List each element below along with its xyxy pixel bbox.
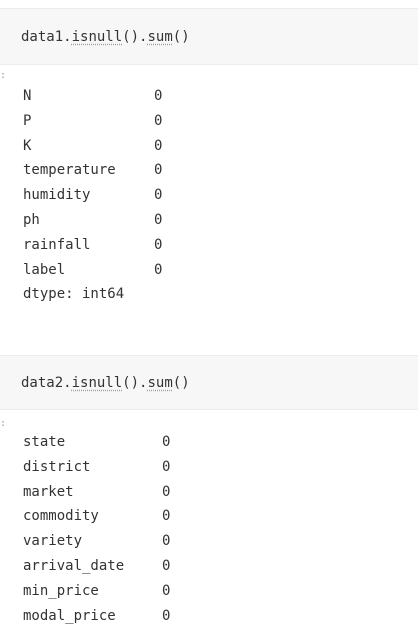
code-cell-2-input[interactable]: data2.isnull().sum() — [0, 355, 418, 410]
null-count: 0 — [154, 211, 163, 228]
null-count: 0 — [162, 582, 171, 599]
column-name: market — [23, 483, 74, 500]
output-row: rainfall 0 — [23, 236, 162, 262]
code-function-isnull: isnull — [71, 29, 123, 45]
column-name: rainfall — [23, 236, 91, 253]
column-name: modal_price — [23, 607, 116, 624]
null-count: 0 — [154, 187, 163, 204]
code-variable: data1 — [21, 29, 64, 45]
null-count: 0 — [162, 533, 171, 550]
code-variable: data2 — [21, 375, 64, 391]
code-function-sum: sum — [147, 375, 173, 391]
null-count: 0 — [154, 112, 163, 129]
null-count: 0 — [162, 434, 171, 450]
output-prompt-marker: : — [0, 418, 7, 429]
column-name: variety — [23, 533, 83, 550]
column-name: K — [23, 137, 32, 154]
output-row: K0 — [23, 137, 162, 163]
code-line-1[interactable]: data1.isnull().sum() — [21, 28, 190, 46]
output-row: temperature 0 — [23, 162, 162, 187]
column-name: commodity — [23, 508, 99, 525]
output-row: P0 — [23, 112, 162, 138]
code-line-2[interactable]: data2.isnull().sum() — [21, 374, 190, 392]
null-count: 0 — [154, 137, 163, 154]
code-cell-1-output: N0 P0 K0 temperature 0 humidity 0 ph 0 rain… — [23, 88, 162, 311]
column-name: arrival_date — [23, 557, 125, 574]
column-name: state — [23, 434, 66, 450]
null-count: 0 — [154, 236, 163, 253]
null-count: 0 — [162, 483, 171, 500]
column-name: P — [23, 112, 32, 129]
output-row: ph 0 — [23, 211, 162, 237]
code-function-isnull: isnull — [71, 375, 123, 391]
column-name: ph — [23, 211, 40, 228]
code-function-sum: sum — [147, 29, 173, 45]
column-name: N — [23, 88, 32, 104]
output-prompt-marker: : — [0, 70, 7, 81]
null-count: 0 — [154, 261, 163, 278]
null-count: 0 — [154, 88, 163, 104]
column-name: min_price — [23, 582, 99, 599]
dtype-label: dtype: int64 — [23, 286, 125, 303]
column-name: humidity — [23, 187, 91, 204]
output-row: N0 — [23, 88, 162, 113]
column-name: label — [23, 261, 66, 278]
column-name: district — [23, 458, 91, 475]
output-row: humidity 0 — [23, 187, 162, 212]
column-name: temperature — [23, 162, 116, 179]
null-count: 0 — [162, 508, 171, 525]
null-count: 0 — [162, 557, 171, 574]
null-count: 0 — [162, 458, 171, 475]
null-count: 0 — [154, 162, 163, 179]
null-count: 0 — [162, 607, 171, 624]
output-row: label 0 — [23, 261, 162, 287]
code-cell-1-input[interactable]: data1.isnull().sum() — [0, 8, 418, 65]
